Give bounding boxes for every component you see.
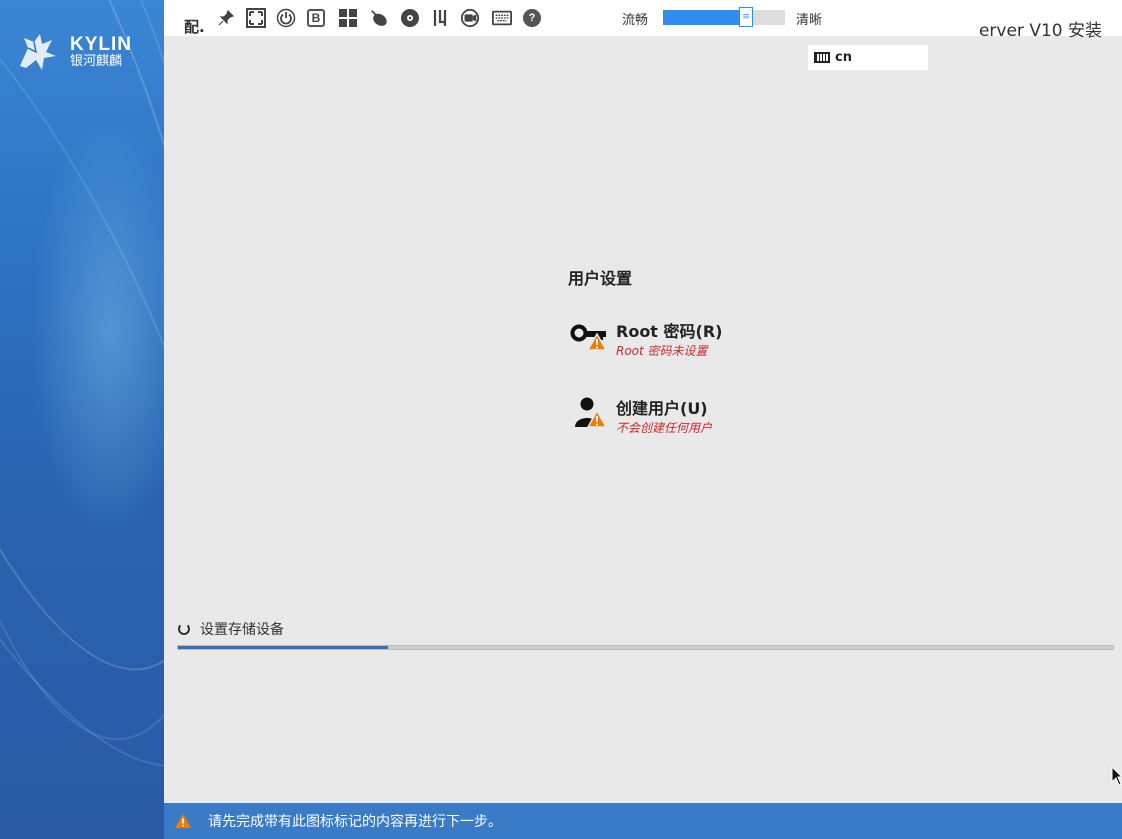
warning-icon [175, 814, 191, 828]
root-password-status: Root 密码未设置 [616, 344, 708, 358]
b-icon-label: B [307, 9, 325, 27]
mouse-icon[interactable] [369, 8, 389, 28]
progress-label: 设置存储设备 [200, 622, 284, 638]
b-icon[interactable]: B [306, 8, 326, 28]
logo-text: KYLIN [70, 34, 132, 55]
disc-icon[interactable] [400, 8, 420, 28]
mouse-cursor-icon [1111, 766, 1122, 786]
kylin-logo-mark-icon [20, 34, 56, 70]
quality-slider-thumb[interactable]: ≡ [739, 7, 753, 27]
installer-title: erver V10 安装 [978, 21, 1102, 41]
keyboard-layout-value: cn [835, 50, 852, 65]
create-user-title: 创建用户(U) [616, 399, 708, 418]
help-icon[interactable]: ? [522, 8, 542, 28]
quality-slider-fill [663, 10, 746, 25]
section-title: 用户设置 [568, 269, 633, 288]
key-warning-icon [570, 324, 608, 351]
ctrl-alt-del-icon[interactable] [338, 8, 358, 28]
progress-bar [177, 645, 1114, 650]
keyboard-layout-indicator[interactable]: cn [808, 45, 928, 70]
create-user-status: 不会创建任何用户 [616, 421, 713, 435]
warning-text: 请先完成带有此图标标记的内容再进行下一步。 [208, 814, 502, 830]
pin-icon[interactable] [216, 8, 236, 28]
sidebar: KYLIN 银河麒麟 [0, 0, 164, 839]
record-icon[interactable] [460, 8, 480, 28]
quality-slider[interactable]: ≡ [663, 7, 785, 27]
quality-smooth-label: 流畅 [622, 13, 649, 28]
spinner-icon [178, 623, 190, 635]
kylin-logo: KYLIN 银河麒麟 [14, 26, 154, 76]
warning-bar: 请先完成带有此图标标记的内容再进行下一步。 [164, 803, 1122, 839]
usb-icon[interactable] [431, 8, 451, 28]
power-icon[interactable] [276, 8, 296, 28]
keyboard-layout-icon [814, 52, 830, 63]
progress-bar-fill [178, 646, 388, 649]
root-password-title: Root 密码(R) [616, 322, 723, 341]
progress-status: 设置存储设备 [178, 619, 284, 639]
remote-toolbar: 配. B ? 流畅 ≡ 清晰 erver V10 安装 [164, 0, 1122, 41]
quality-clear-label: 清晰 [796, 13, 823, 28]
root-password-spoke[interactable]: Root 密码(R) Root 密码未设置 [570, 318, 790, 364]
keyboard-icon[interactable] [492, 8, 512, 28]
user-warning-icon [575, 397, 608, 428]
installer-window: { "brand": { "logo_text": "KYLIN", "logo… [0, 0, 1122, 839]
partial-title-left: 配. [184, 18, 205, 36]
help-icon-label: ? [523, 9, 541, 27]
fullscreen-icon[interactable] [246, 8, 266, 28]
logo-subtitle: 银河麒麟 [70, 54, 123, 69]
create-user-spoke[interactable]: 创建用户(U) 不会创建任何用户 [570, 395, 790, 441]
